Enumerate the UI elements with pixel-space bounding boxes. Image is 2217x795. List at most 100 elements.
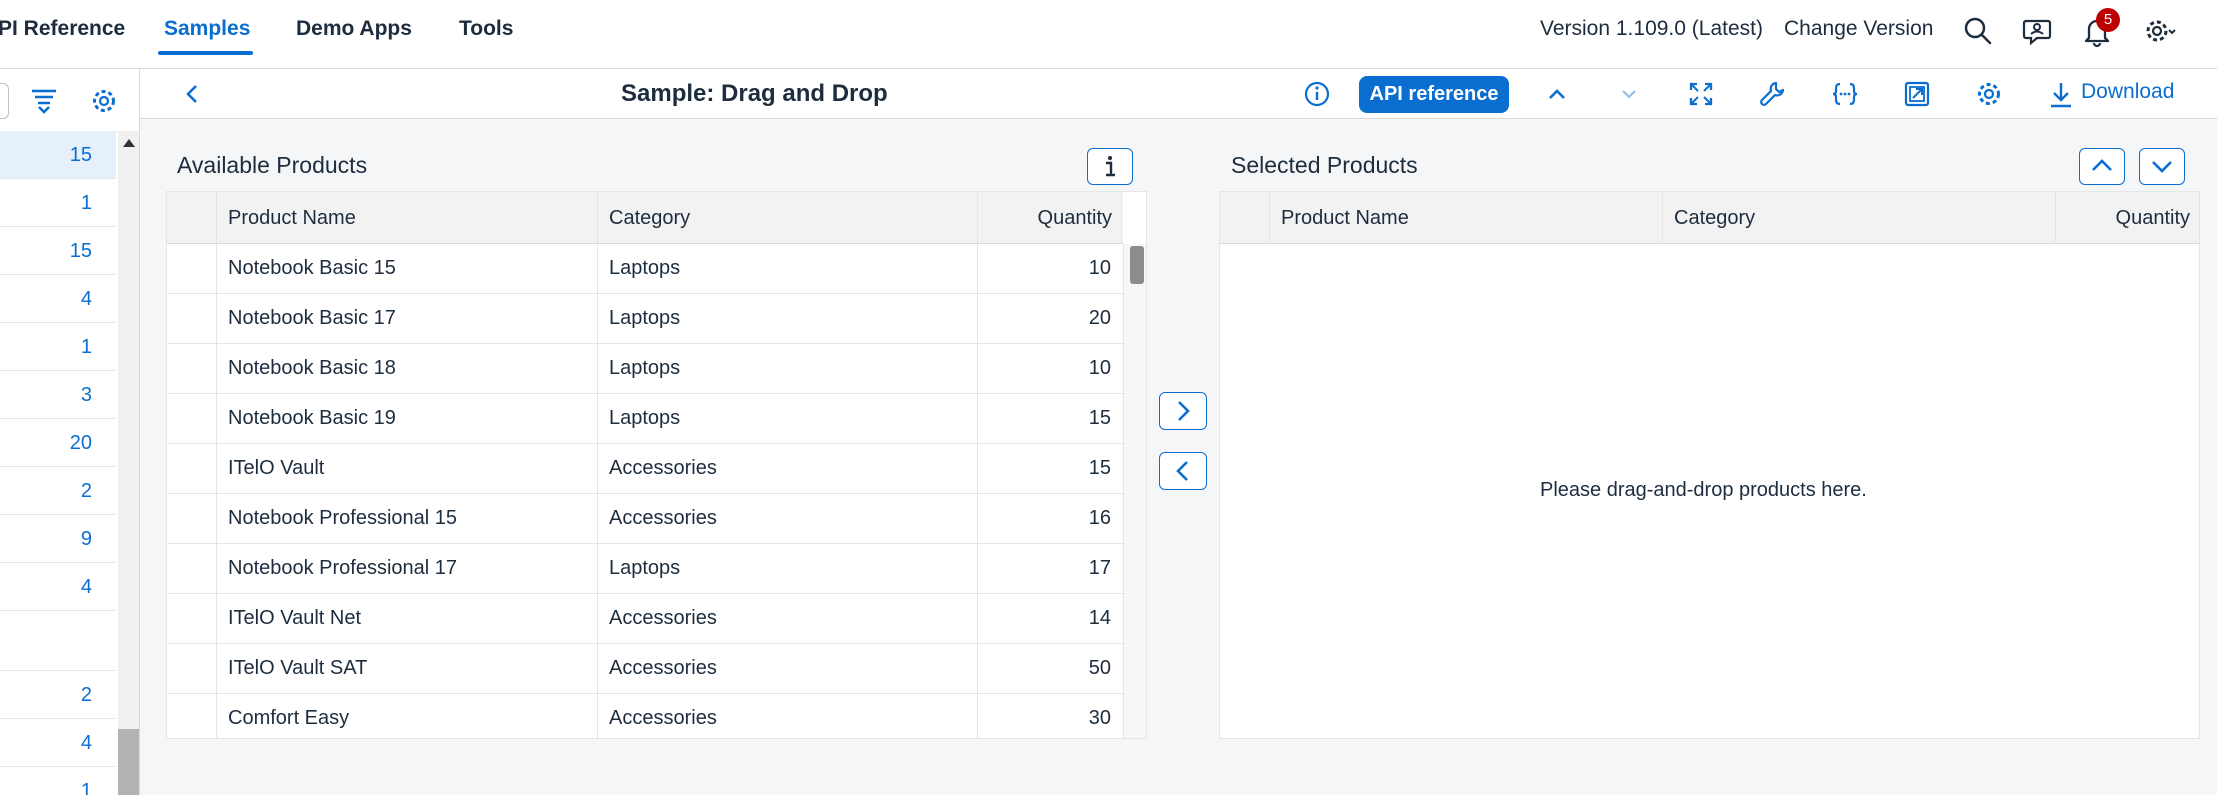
available-table-header: Product Name Category Quantity xyxy=(167,192,1123,244)
cell-quantity: 10 xyxy=(977,344,1123,393)
cell-category: Accessories xyxy=(597,694,977,738)
cell-category: Laptops xyxy=(597,344,977,393)
wrench-icon[interactable] xyxy=(1758,79,1788,109)
cell-product-name: Notebook Professional 15 xyxy=(216,494,597,543)
cell-product-name: ITelO Vault Net xyxy=(216,594,597,643)
search-icon[interactable] xyxy=(1961,14,1995,48)
cell-product-name: Notebook Basic 15 xyxy=(216,244,597,293)
move-to-selected-button[interactable] xyxy=(1159,392,1207,430)
list-item[interactable]: 20 xyxy=(0,419,116,467)
cell-product-name: Notebook Basic 17 xyxy=(216,294,597,343)
column-header-product-name[interactable]: Product Name xyxy=(1269,192,1662,244)
list-item[interactable]: 3 xyxy=(0,371,116,419)
cell-product-name: ITelO Vault xyxy=(216,444,597,493)
open-in-new-window-icon[interactable] xyxy=(1902,79,1932,109)
cell-category: Laptops xyxy=(597,394,977,443)
cell-quantity: 15 xyxy=(977,444,1123,493)
master-list-panel: 15 1 15 4 1 3 20 2 9 4 2 4 1 xyxy=(0,69,140,795)
download-icon[interactable] xyxy=(2048,81,2074,109)
sample-title: Sample: Drag and Drop xyxy=(621,80,888,107)
list-item[interactable] xyxy=(0,611,116,671)
shell-bar: PI Reference Samples Demo Apps Tools Ver… xyxy=(0,0,2217,69)
table-row[interactable]: Comfort Easy Accessories 30 xyxy=(167,694,1123,738)
info-icon[interactable] xyxy=(1302,79,1332,109)
available-table-scrollbar[interactable] xyxy=(1123,244,1146,738)
cell-quantity: 16 xyxy=(977,494,1123,543)
filter-icon[interactable] xyxy=(29,86,59,116)
table-row[interactable]: Notebook Professional 17 Laptops 17 xyxy=(167,544,1123,594)
available-table-scroll-thumb[interactable] xyxy=(1130,246,1144,284)
change-version-button[interactable]: Change Version xyxy=(1784,17,1933,41)
scroll-up-arrow-icon[interactable] xyxy=(123,139,135,147)
list-item[interactable]: 1 xyxy=(0,323,116,371)
cell-category: Laptops xyxy=(597,294,977,343)
list-settings-gear-icon[interactable] xyxy=(89,86,119,116)
nav-api-reference[interactable]: PI Reference xyxy=(0,17,125,41)
table-row[interactable]: Notebook Professional 15 Accessories 16 xyxy=(167,494,1123,544)
list-item[interactable]: 2 xyxy=(0,467,116,515)
table-row[interactable]: Notebook Basic 15 Laptops 10 xyxy=(167,244,1123,294)
cell-quantity: 30 xyxy=(977,694,1123,738)
available-products-table: Product Name Category Quantity Notebook … xyxy=(166,191,1147,739)
cell-category: Accessories xyxy=(597,594,977,643)
list-item[interactable]: 4 xyxy=(0,563,116,611)
cell-product-name: Notebook Basic 19 xyxy=(216,394,597,443)
column-header-quantity[interactable]: Quantity xyxy=(977,192,1123,244)
cell-product-name: ITelO Vault SAT xyxy=(216,644,597,693)
notification-badge: 5 xyxy=(2096,8,2120,32)
cell-quantity: 17 xyxy=(977,544,1123,593)
table-row[interactable]: Notebook Basic 19 Laptops 15 xyxy=(167,394,1123,444)
list-item[interactable]: 4 xyxy=(0,275,116,323)
full-screen-icon[interactable] xyxy=(1686,79,1716,109)
list-item[interactable]: 1 xyxy=(0,179,116,227)
master-search-field[interactable] xyxy=(0,83,9,119)
column-header-category[interactable]: Category xyxy=(1662,192,2055,244)
sample-header: Sample: Drag and Drop API reference Down… xyxy=(140,69,2217,119)
column-header-quantity[interactable]: Quantity xyxy=(2055,192,2199,244)
download-button[interactable]: Download xyxy=(2081,80,2174,104)
move-to-available-button[interactable] xyxy=(1159,452,1207,490)
table-row[interactable]: Notebook Basic 18 Laptops 10 xyxy=(167,344,1123,394)
cell-category: Accessories xyxy=(597,444,977,493)
active-tab-indicator xyxy=(158,51,253,55)
nav-tools[interactable]: Tools xyxy=(459,17,513,41)
table-row[interactable]: ITelO Vault Accessories 15 xyxy=(167,444,1123,494)
table-row[interactable]: ITelO Vault SAT Accessories 50 xyxy=(167,644,1123,694)
master-list-toolbar xyxy=(0,69,139,132)
sample-settings-gear-icon[interactable] xyxy=(1974,79,2004,109)
cell-product-name: Comfort Easy xyxy=(216,694,597,738)
list-item[interactable]: 2 xyxy=(0,671,116,719)
api-reference-button[interactable]: API reference xyxy=(1359,76,1509,113)
empty-drop-message: Please drag-and-drop products here. xyxy=(1540,479,1867,501)
column-header-category[interactable]: Category xyxy=(597,192,977,244)
list-item[interactable]: 4 xyxy=(0,719,116,767)
version-label: Version 1.109.0 (Latest) xyxy=(1540,17,1763,40)
cell-category: Laptops xyxy=(597,244,977,293)
table-row[interactable]: Notebook Basic 17 Laptops 20 xyxy=(167,294,1123,344)
list-item[interactable]: 9 xyxy=(0,515,116,563)
chevron-up-icon[interactable] xyxy=(1542,79,1572,109)
column-header-product-name[interactable]: Product Name xyxy=(216,192,597,244)
back-chevron-icon[interactable] xyxy=(180,81,206,107)
cell-quantity: 50 xyxy=(977,644,1123,693)
move-down-button[interactable] xyxy=(2139,148,2185,185)
list-item[interactable]: 15 xyxy=(0,227,116,275)
available-products-title: Available Products xyxy=(177,152,368,178)
master-list-scrollbar[interactable] xyxy=(118,131,139,795)
nav-samples[interactable]: Samples xyxy=(164,17,250,41)
move-up-button[interactable] xyxy=(2079,148,2125,185)
chevron-down-icon[interactable] xyxy=(1614,79,1644,109)
cell-product-name: Notebook Professional 17 xyxy=(216,544,597,593)
nav-demo-apps[interactable]: Demo Apps xyxy=(296,17,412,41)
feedback-icon[interactable] xyxy=(2020,14,2054,48)
available-info-button[interactable] xyxy=(1087,148,1133,185)
table-row[interactable]: ITelO Vault Net Accessories 14 xyxy=(167,594,1123,644)
list-item[interactable]: 1 xyxy=(0,767,116,795)
cell-category: Laptops xyxy=(597,544,977,593)
master-list-scroll-thumb[interactable] xyxy=(118,729,139,795)
selected-products-title: Selected Products xyxy=(1231,152,1418,178)
source-code-icon[interactable] xyxy=(1830,79,1860,109)
settings-gear-dropdown-icon[interactable] xyxy=(2142,14,2176,48)
list-item[interactable]: 15 xyxy=(0,131,116,179)
cell-category: Accessories xyxy=(597,644,977,693)
